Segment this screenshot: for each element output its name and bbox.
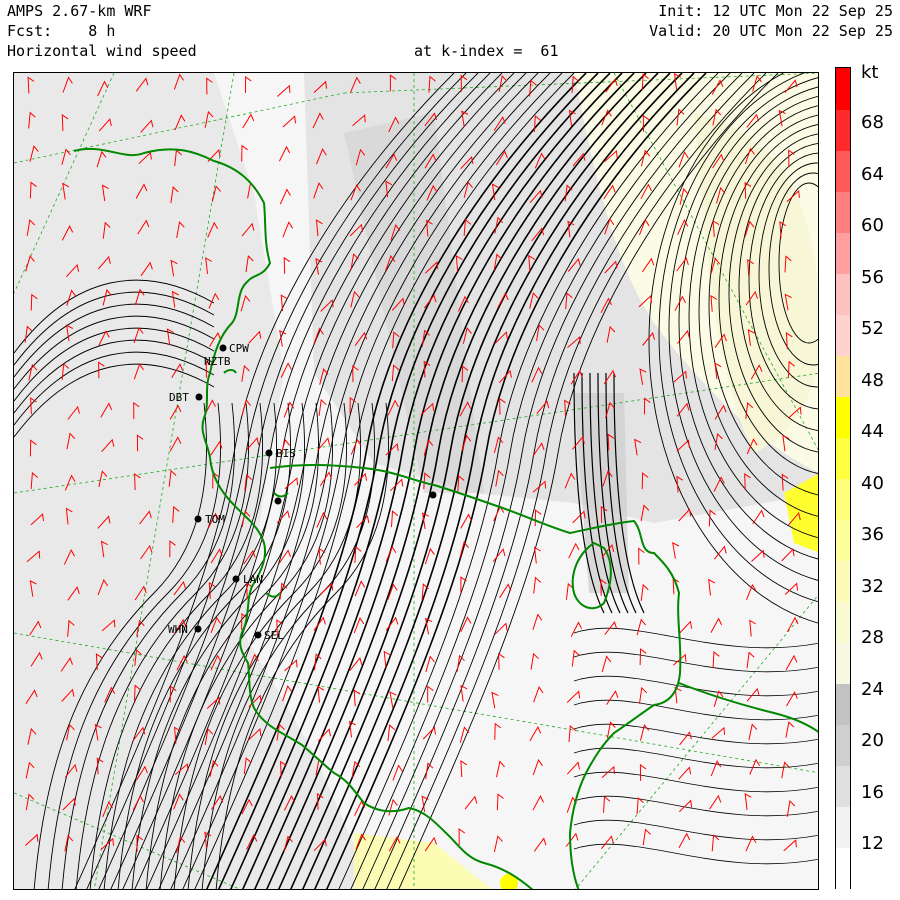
station-label-bis: BIS bbox=[276, 447, 296, 460]
colorbar-unit: kt bbox=[861, 62, 879, 83]
station-label-nztb: NZTB bbox=[204, 355, 231, 368]
colorbar-segment bbox=[836, 355, 850, 397]
colorbar-segment bbox=[836, 765, 850, 807]
colorbar-label: 40 bbox=[861, 472, 884, 494]
level-label: at k-index = 61 bbox=[414, 42, 559, 60]
forecast-hour: Fcst: 8 h bbox=[7, 22, 116, 40]
colorbar-label: 36 bbox=[861, 524, 884, 545]
init-time: Init: 12 UTC Mon 22 Sep 25 bbox=[658, 2, 893, 20]
colorbar-segment bbox=[836, 519, 850, 561]
colorbar-segment bbox=[836, 68, 850, 110]
station-label-dbt: DBT bbox=[169, 391, 189, 404]
colorbar-label: 48 bbox=[861, 369, 884, 391]
colorbar-segment bbox=[836, 601, 850, 643]
colorbar-label: 52 bbox=[861, 318, 884, 339]
model-title: AMPS 2.67-km WRF bbox=[7, 2, 152, 20]
colorbar-segment bbox=[836, 191, 850, 233]
colorbar-segment bbox=[836, 806, 850, 848]
colorbar-label: 32 bbox=[861, 575, 884, 597]
colorbar-segment bbox=[836, 642, 850, 684]
colorbar-segment bbox=[836, 273, 850, 315]
colorbar-label: 60 bbox=[861, 215, 884, 236]
station-nztb[interactable]: NZTB bbox=[204, 355, 231, 368]
station-label-tom: TOM bbox=[205, 513, 225, 526]
station-label-cpw: CPW bbox=[229, 342, 249, 355]
station-unnamed-1[interactable] bbox=[274, 497, 282, 505]
colorbar-segment bbox=[836, 560, 850, 602]
wind-map-canvas: CPW NZTB DBT BIS TOM LAN WHN SEL bbox=[14, 73, 818, 889]
colorbar-label: 68 bbox=[861, 112, 884, 133]
colorbar-segment bbox=[836, 437, 850, 479]
colorbar-segment bbox=[836, 109, 850, 151]
colorbar-segment bbox=[836, 396, 850, 438]
station-unnamed-2[interactable] bbox=[429, 491, 437, 499]
colorbar-segment bbox=[836, 150, 850, 192]
colorbar-label: 64 bbox=[861, 163, 884, 185]
colorbar-segment bbox=[836, 683, 850, 725]
colorbar-label: 28 bbox=[861, 627, 884, 648]
wind-map: CPW NZTB DBT BIS TOM LAN WHN SEL bbox=[13, 72, 819, 890]
colorbar-label: 24 bbox=[861, 678, 884, 700]
colorbar-segment bbox=[836, 478, 850, 520]
colorbar-label: 44 bbox=[861, 421, 884, 442]
colorbar-label: 12 bbox=[861, 833, 884, 854]
colorbar-segment bbox=[836, 314, 850, 356]
station-label-lan: LAN bbox=[243, 573, 263, 586]
colorbar-label: 20 bbox=[861, 730, 884, 751]
valid-time: Valid: 20 UTC Mon 22 Sep 25 bbox=[649, 22, 893, 40]
colorbar-label: 56 bbox=[861, 266, 884, 288]
colorbar-segment bbox=[836, 724, 850, 766]
colorbar-segment bbox=[836, 847, 850, 889]
colorbar bbox=[835, 67, 851, 889]
field-name: Horizontal wind speed bbox=[7, 42, 197, 60]
station-label-sel: SEL bbox=[264, 629, 284, 642]
colorbar-segment bbox=[836, 232, 850, 274]
station-label-whn: WHN bbox=[168, 623, 188, 636]
colorbar-label: 16 bbox=[861, 781, 884, 803]
